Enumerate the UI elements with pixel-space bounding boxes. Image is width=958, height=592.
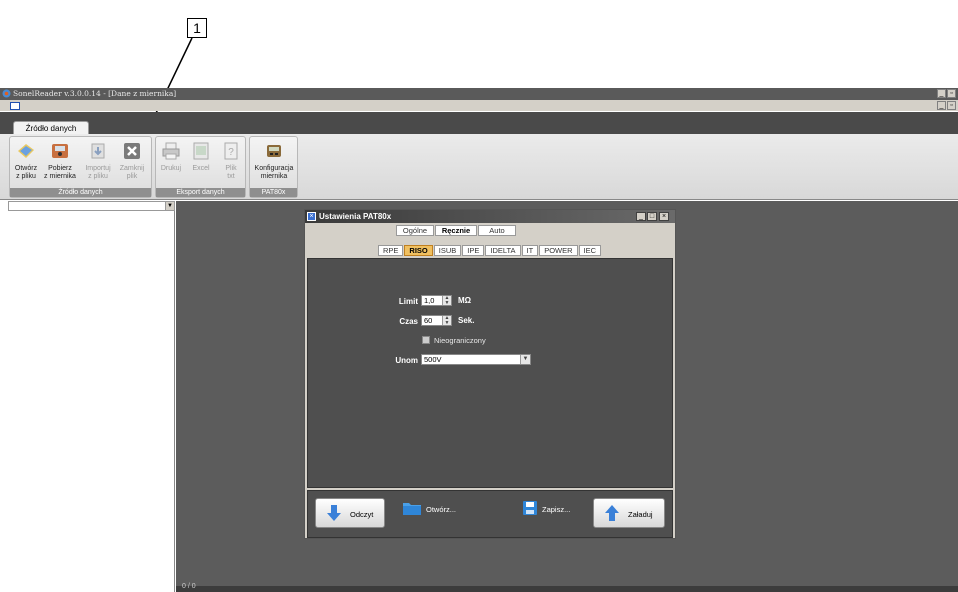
save-icon [523, 501, 537, 515]
ribbon-group-source: Otwórz z pliku Pobierz z miernika Import… [9, 136, 152, 198]
settings-dialog: × Ustawienia PAT80x _ □ × Ogólne Ręcznie… [304, 209, 676, 539]
menu-bar: _ ▫ [0, 100, 958, 111]
chevron-down-icon[interactable]: ▼ [165, 202, 174, 210]
import-icon [91, 143, 105, 159]
tab-iec[interactable]: IEC [578, 245, 602, 256]
limit-unit: MΩ [458, 296, 472, 305]
title-bar: SonelReader v.3.0.0.14 - [Dane z miernik… [0, 88, 958, 100]
czas-value: 60 [424, 316, 433, 325]
data-tree-panel [8, 201, 175, 592]
tab-it[interactable]: IT [521, 245, 539, 256]
print-icon [162, 142, 180, 160]
svg-text:?: ? [228, 147, 234, 158]
tab-recznie[interactable]: Ręcznie [435, 225, 477, 236]
group-label-export: Eksport danych [156, 188, 245, 197]
close-file-icon [124, 143, 140, 159]
load-button[interactable]: Załaduj [593, 498, 665, 528]
ribbon-tab-strip [0, 112, 958, 134]
dialog-title-bar: × Ustawienia PAT80x _ □ × [305, 210, 675, 223]
import-button[interactable]: Importuj z pliku [82, 139, 114, 187]
txt-file-icon: ? [224, 142, 238, 160]
child-minimize-button[interactable]: _ [937, 101, 946, 110]
callout-number: 1 [187, 18, 207, 38]
dialog-app-icon: × [307, 212, 316, 221]
dialog-title: Ustawienia PAT80x [319, 212, 392, 221]
excel-button[interactable]: Excel [187, 139, 215, 187]
download-meter-icon [52, 144, 68, 158]
spinner-arrows-icon[interactable]: ▲ ▼ [442, 316, 451, 325]
print-button[interactable]: Drukuj [157, 139, 185, 187]
spinner-arrows-icon[interactable]: ▲ ▼ [442, 296, 451, 305]
open-file-button[interactable]: Otwórz z pliku [11, 139, 41, 187]
tab-rpe[interactable]: RPE [378, 245, 404, 256]
group-label-pat80x: PAT80x [250, 188, 297, 197]
unom-label: Unom [395, 356, 418, 365]
czas-unit: Sek. [458, 316, 475, 325]
chevron-down-icon[interactable]: ▼ [520, 355, 530, 364]
measure-tabs: RPE RISO ISUB IPE IDELTA IT POWER IEC [378, 245, 602, 256]
meter-config-button[interactable]: Konfiguracja miernika [251, 139, 297, 187]
minimize-button[interactable]: _ [937, 89, 946, 98]
dialog-maximize-button[interactable]: □ [647, 212, 657, 221]
tab-power[interactable]: POWER [539, 245, 578, 256]
window-title: SonelReader v.3.0.0.14 - [Dane z miernik… [13, 89, 177, 98]
status-text: 0 / 0 [182, 583, 196, 590]
tab-zrodlo-danych[interactable]: Źródło danych [13, 121, 89, 135]
dialog-minimize-button[interactable]: _ [636, 212, 646, 221]
tab-riso[interactable]: RISO [404, 245, 433, 256]
child-restore-button[interactable]: ▫ [947, 101, 956, 110]
limit-label: Limit [398, 297, 418, 306]
unom-select[interactable]: 500V ▼ [421, 354, 531, 365]
unlimited-label: Nieograniczony [434, 336, 486, 345]
dialog-close-button[interactable]: × [659, 212, 669, 221]
arrow-down-icon [327, 505, 341, 521]
tab-ogolne[interactable]: Ogólne [396, 225, 434, 236]
unom-value: 500V [424, 355, 442, 364]
mode-tabs: Ogólne Ręcznie Auto [396, 225, 516, 236]
ribbon-group-pat80x: Konfiguracja miernika PAT80x [249, 136, 298, 198]
arrow-up-icon [605, 505, 619, 521]
download-meter-button[interactable]: Pobierz z miernika [42, 139, 78, 187]
open-file-icon [18, 144, 34, 158]
unlimited-checkbox[interactable] [422, 336, 430, 344]
tab-idelta[interactable]: IDELTA [485, 245, 521, 256]
app-icon [2, 89, 11, 98]
czas-spinner[interactable]: 60 ▲ ▼ [421, 315, 452, 326]
limit-value: 1,0 [424, 296, 435, 305]
tab-ipe[interactable]: IPE [462, 245, 485, 256]
riso-settings-panel: Limit 1,0 ▲ ▼ MΩ Czas 60 ▲ ▼ Sek. Nieogran… [307, 258, 673, 488]
meter-config-icon [267, 145, 281, 157]
source-combo[interactable]: ▼ [8, 201, 175, 211]
tab-auto[interactable]: Auto [478, 225, 516, 236]
read-button[interactable]: Odczyt [315, 498, 385, 528]
excel-icon [193, 142, 209, 160]
status-bar: 0 / 0 [176, 583, 958, 592]
document-icon[interactable] [10, 102, 20, 110]
txt-file-button[interactable]: ? Plik txt [217, 139, 245, 187]
dialog-action-bar: Odczyt Otwórz... Zapisz... Załaduj [307, 490, 673, 538]
limit-spinner[interactable]: 1,0 ▲ ▼ [421, 295, 452, 306]
restore-button[interactable]: ▫ [947, 89, 956, 98]
ribbon-group-export: Drukuj Excel ? Plik txt Eksport danych [155, 136, 246, 198]
group-label-source: Źródło danych [10, 188, 151, 197]
czas-label: Czas [399, 317, 418, 326]
close-file-button[interactable]: Zamknij plik [116, 139, 148, 187]
folder-icon [403, 503, 421, 515]
tab-isub[interactable]: ISUB [433, 245, 462, 256]
